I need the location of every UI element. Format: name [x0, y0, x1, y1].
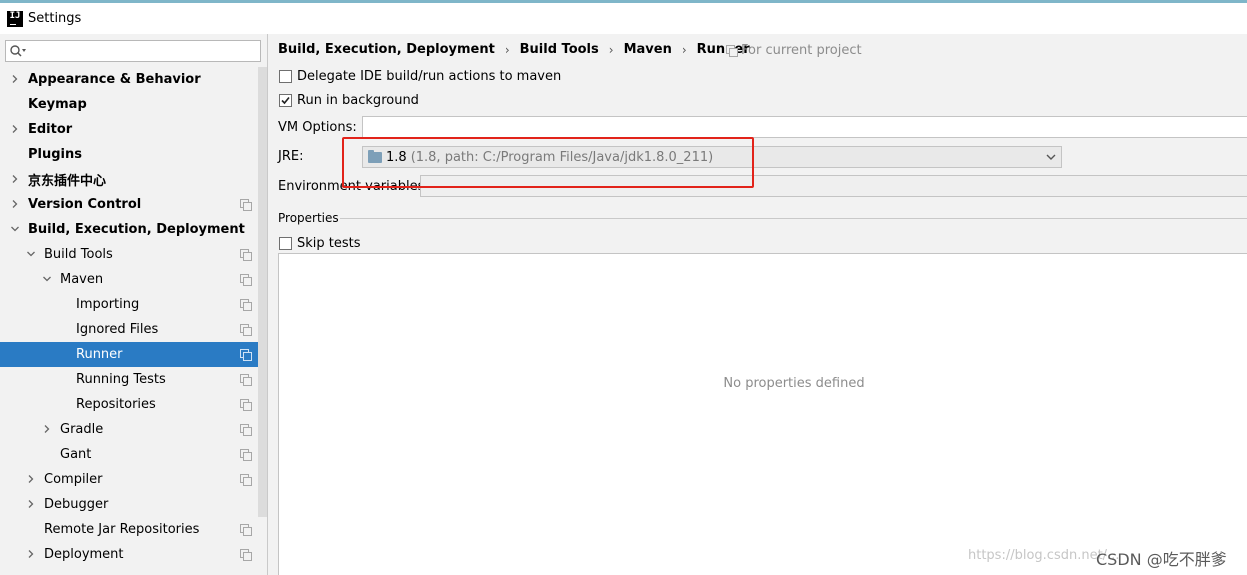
- sidebar-item-label: Runner: [76, 347, 123, 362]
- project-scope-icon: [240, 324, 252, 336]
- project-scope-icon: [240, 299, 252, 311]
- watermark-brand: CSDN @吃不胖爹: [1096, 550, 1227, 569]
- vm-options-input[interactable]: [362, 116, 1247, 138]
- breadcrumb-item: Build, Execution, Deployment: [278, 42, 495, 57]
- window-title: Settings: [28, 11, 82, 26]
- project-scope-icon: [240, 449, 252, 461]
- project-scope-icon: [240, 399, 252, 411]
- chevron-right-icon[interactable]: [26, 549, 36, 559]
- sidebar-item-label: Ignored Files: [76, 322, 159, 337]
- chevron-right-icon[interactable]: [10, 199, 20, 209]
- sidebar-item-label: Version Control: [28, 197, 142, 212]
- checkbox-box[interactable]: [279, 237, 292, 250]
- sidebar-item[interactable]: Keymap: [0, 92, 267, 117]
- sidebar-item[interactable]: Version Control: [0, 192, 267, 217]
- sidebar-item-label: 京东插件中心: [28, 174, 107, 189]
- project-scope-icon: [240, 474, 252, 486]
- checkbox-box[interactable]: [279, 70, 292, 83]
- settings-tree: Appearance & Behavior Keymap Editor Plugins…: [0, 67, 267, 567]
- checkmark-icon: [281, 96, 290, 105]
- project-scope-icon: [240, 374, 252, 386]
- sidebar-item[interactable]: Remote Jar Repositories: [0, 517, 267, 542]
- sidebar-item[interactable]: Deployment: [0, 542, 267, 567]
- sidebar-item-label: Build Tools: [44, 247, 113, 262]
- project-scope-icon: [240, 524, 252, 536]
- chevron-right-icon[interactable]: [42, 424, 52, 434]
- search-icon: [10, 45, 26, 57]
- sidebar-item-label: Editor: [28, 122, 73, 137]
- red-highlight-box: [342, 137, 754, 188]
- sidebar-item[interactable]: Running Tests: [0, 367, 267, 392]
- sidebar-item[interactable]: Runner: [0, 342, 267, 367]
- sidebar-item-label: Running Tests: [76, 372, 166, 387]
- skip-tests-checkbox[interactable]: Skip tests: [279, 236, 361, 251]
- sidebar-item[interactable]: Appearance & Behavior: [0, 67, 267, 92]
- sidebar-item-label: Gant: [60, 447, 92, 462]
- chevron-right-icon[interactable]: [26, 474, 36, 484]
- chevron-down-icon[interactable]: [1045, 152, 1057, 162]
- properties-table[interactable]: No properties defined: [278, 253, 1247, 575]
- for-current-project: For current project: [726, 43, 862, 58]
- chevron-right-icon[interactable]: [10, 74, 20, 84]
- chevron-down-icon[interactable]: [42, 274, 52, 284]
- properties-section-title: Properties: [278, 211, 339, 225]
- sidebar-item-label: Build, Execution, Deployment: [28, 222, 245, 237]
- project-scope-icon: [726, 45, 738, 57]
- project-scope-icon: [240, 274, 252, 286]
- sidebar-item[interactable]: Editor: [0, 117, 267, 142]
- project-scope-icon: [240, 424, 252, 436]
- sidebar-item-label: Importing: [76, 297, 140, 312]
- breadcrumb-item: Maven: [623, 42, 672, 57]
- project-scope-icon: [240, 349, 252, 361]
- sidebar-item[interactable]: Importing: [0, 292, 267, 317]
- chevron-right-icon[interactable]: [26, 499, 36, 509]
- project-scope-icon: [240, 199, 252, 211]
- sidebar-item-label: Repositories: [76, 397, 156, 412]
- sidebar-item-label: Remote Jar Repositories: [44, 522, 200, 537]
- breadcrumb-separator: ›: [504, 42, 510, 57]
- sidebar-item[interactable]: Repositories: [0, 392, 267, 417]
- vm-options-label: VM Options:: [278, 120, 357, 135]
- sidebar-item-label: Gradle: [60, 422, 104, 437]
- breadcrumb-separator: ›: [608, 42, 614, 57]
- breadcrumb-item: Build Tools: [519, 42, 599, 57]
- settings-search-input[interactable]: [5, 40, 261, 62]
- sidebar-item-label: Plugins: [28, 147, 82, 162]
- breadcrumb-separator: ›: [681, 42, 687, 57]
- delegate-build-checkbox[interactable]: Delegate IDE build/run actions to maven: [279, 69, 561, 84]
- empty-properties-text: No properties defined: [723, 376, 865, 391]
- sidebar-item-label: Compiler: [44, 472, 103, 487]
- sidebar-item-label: Keymap: [28, 97, 87, 112]
- intellij-app-icon: IJ: [7, 10, 23, 27]
- project-scope-icon: [240, 249, 252, 261]
- sidebar-item[interactable]: Compiler: [0, 467, 267, 492]
- sidebar-item-label: Debugger: [44, 497, 109, 512]
- chevron-right-icon[interactable]: [10, 174, 20, 184]
- settings-sidebar: Appearance & Behavior Keymap Editor Plugins…: [0, 34, 268, 575]
- sidebar-item[interactable]: Gradle: [0, 417, 267, 442]
- sidebar-item[interactable]: Ignored Files: [0, 317, 267, 342]
- sidebar-item[interactable]: Plugins: [0, 142, 267, 167]
- sidebar-item-label: Maven: [60, 272, 104, 287]
- sidebar-item[interactable]: 京东插件中心: [0, 167, 267, 192]
- sidebar-item[interactable]: Maven: [0, 267, 267, 292]
- jre-label: JRE:: [278, 149, 304, 164]
- chevron-down-icon[interactable]: [10, 224, 20, 234]
- title-bar: IJ Settings: [0, 3, 1247, 34]
- checkbox-box[interactable]: [279, 94, 292, 107]
- chevron-right-icon[interactable]: [10, 124, 20, 134]
- sidebar-item[interactable]: Build, Execution, Deployment: [0, 217, 267, 242]
- sidebar-item-label: Deployment: [44, 547, 124, 562]
- sidebar-scrollbar[interactable]: [258, 67, 267, 517]
- breadcrumb: Build, Execution, Deployment › Build Tools…: [278, 42, 750, 57]
- run-in-background-checkbox[interactable]: Run in background: [279, 93, 419, 108]
- chevron-down-icon[interactable]: [26, 249, 36, 259]
- project-scope-icon: [240, 549, 252, 561]
- sidebar-item-label: Appearance & Behavior: [28, 72, 201, 87]
- settings-panel: Build, Execution, Deployment › Build Tools…: [268, 34, 1247, 575]
- sidebar-item[interactable]: Debugger: [0, 492, 267, 517]
- sidebar-item[interactable]: Build Tools: [0, 242, 267, 267]
- sidebar-item[interactable]: Gant: [0, 442, 267, 467]
- section-divider: [340, 218, 1247, 219]
